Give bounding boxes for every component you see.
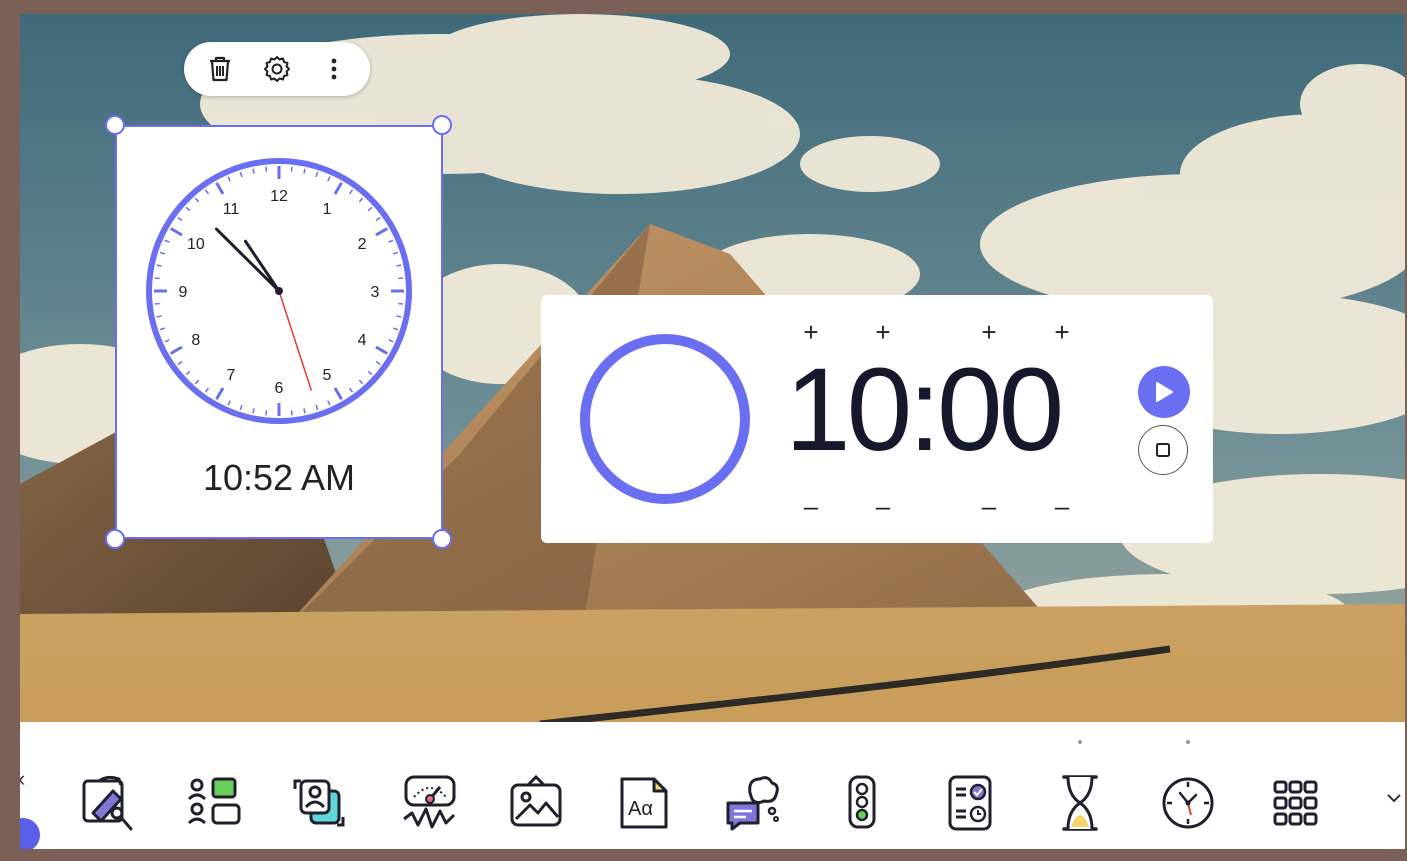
clock-numeral: 4	[358, 332, 367, 349]
minute-tick	[156, 315, 162, 318]
minute-tick	[396, 264, 402, 267]
whiteboard-canvas[interactable]: 12 1 2 3 4 5 6 7 8 9 10 11 10:52 AM + + + + 10:00 –…	[20, 14, 1405, 849]
clock-numeral: 12	[270, 188, 288, 205]
dock-item-more-apps[interactable]	[1264, 768, 1328, 838]
active-indicator-dot	[1186, 740, 1190, 744]
more-options-button[interactable]	[314, 49, 354, 89]
minutes-tens-decrement-button[interactable]: –	[797, 493, 825, 519]
minute-tick	[303, 408, 306, 414]
resize-handle-top-right[interactable]	[432, 115, 452, 135]
dock-item-sound-meter[interactable]	[398, 768, 462, 838]
clock-numeral: 8	[191, 332, 200, 349]
group-maker-icon	[187, 777, 241, 825]
minute-tick	[290, 410, 293, 416]
resize-handle-bottom-right[interactable]	[432, 529, 452, 549]
minute-tick	[252, 408, 255, 414]
dock-item-timer[interactable]	[1048, 768, 1112, 838]
stop-button[interactable]	[1138, 425, 1188, 475]
image-icon	[510, 774, 562, 827]
chevron-down-icon[interactable]	[1386, 792, 1402, 804]
app-grid-icon	[1273, 780, 1318, 826]
drawing-tool-icon	[82, 775, 133, 831]
stop-icon	[1156, 443, 1170, 457]
minutes-ones-increment-button[interactable]: +	[869, 319, 897, 345]
minute-tick	[396, 315, 402, 318]
seconds-tens-increment-button[interactable]: +	[975, 319, 1003, 345]
minute-tick	[156, 264, 162, 267]
dock-item-schedule[interactable]	[938, 768, 1002, 838]
dock-item-clock[interactable]	[1156, 768, 1220, 838]
play-icon	[1156, 382, 1173, 402]
dock-item-chat[interactable]	[720, 768, 784, 838]
clock-numeral: 9	[179, 284, 188, 301]
schedule-icon	[948, 775, 992, 831]
text-icon: Aα	[620, 777, 668, 829]
random-name-picker-icon	[293, 779, 345, 827]
minute-tick	[265, 166, 268, 172]
clock-numeral: 7	[227, 367, 236, 384]
clock-numeral: 2	[358, 236, 367, 253]
traffic-light-icon	[848, 775, 876, 829]
clock-numeral: 11	[223, 201, 240, 218]
minute-tick	[398, 302, 404, 305]
seconds-ones-increment-button[interactable]: +	[1048, 319, 1076, 345]
clock-center-hub	[275, 287, 283, 295]
trash-icon	[210, 56, 231, 82]
dock-item-drawing[interactable]	[76, 768, 140, 838]
minute-tick	[303, 168, 306, 174]
timer-display: 10:00	[785, 344, 1064, 476]
gear-icon	[263, 56, 290, 82]
clock-numeral: 3	[371, 284, 380, 301]
clock-numeral: 6	[275, 380, 284, 397]
timer-widget[interactable]: + + + + 10:00 – – – –	[541, 295, 1213, 543]
resize-handle-top-left[interactable]	[105, 115, 125, 135]
minute-tick	[290, 166, 293, 172]
more-vertical-icon	[331, 58, 337, 80]
dock-item-group-maker[interactable]	[182, 768, 246, 838]
clock-numeral: 10	[187, 236, 205, 253]
widget-dock: ‹	[20, 722, 1405, 849]
minutes-tens-increment-button[interactable]: +	[797, 319, 825, 345]
minute-tick	[252, 168, 255, 174]
hourglass-timer-icon	[1062, 775, 1098, 831]
play-button[interactable]	[1138, 366, 1190, 418]
seconds-tens-decrement-button[interactable]: –	[975, 493, 1003, 519]
active-indicator-dot	[1078, 740, 1082, 744]
delete-button[interactable]	[200, 49, 240, 89]
minute-tick	[265, 410, 268, 416]
help-badge[interactable]	[20, 818, 40, 849]
clock-icon	[1162, 777, 1214, 829]
scroll-left-indicator[interactable]: ‹	[20, 766, 25, 792]
text-icon-label: Aα	[628, 798, 653, 820]
dock-item-random-picker[interactable]	[288, 768, 352, 838]
thought-chat-icon	[726, 776, 779, 831]
dock-item-text[interactable]: Aα	[612, 768, 676, 838]
digital-time: 10:52 AM	[202, 457, 356, 498]
dock-item-traffic-light[interactable]	[830, 768, 894, 838]
minute-tick	[398, 277, 404, 280]
minute-tick	[154, 302, 160, 305]
minutes-ones-decrement-button[interactable]: –	[869, 493, 897, 519]
timer-progress-ring	[580, 334, 750, 504]
minute-tick	[154, 277, 160, 280]
widget-toolbar	[184, 42, 370, 96]
clock-numeral: 5	[323, 367, 332, 384]
clock-widget[interactable]: 12 1 2 3 4 5 6 7 8 9 10 11 10:52 AM	[115, 125, 443, 539]
settings-button[interactable]	[257, 49, 297, 89]
seconds-ones-decrement-button[interactable]: –	[1048, 493, 1076, 519]
clock-numeral: 1	[323, 201, 332, 218]
sound-level-meter-icon	[403, 775, 456, 829]
dock-item-image[interactable]	[504, 768, 568, 838]
resize-handle-bottom-left[interactable]	[105, 529, 125, 549]
analog-clock-face: 121234567891011	[146, 158, 412, 424]
